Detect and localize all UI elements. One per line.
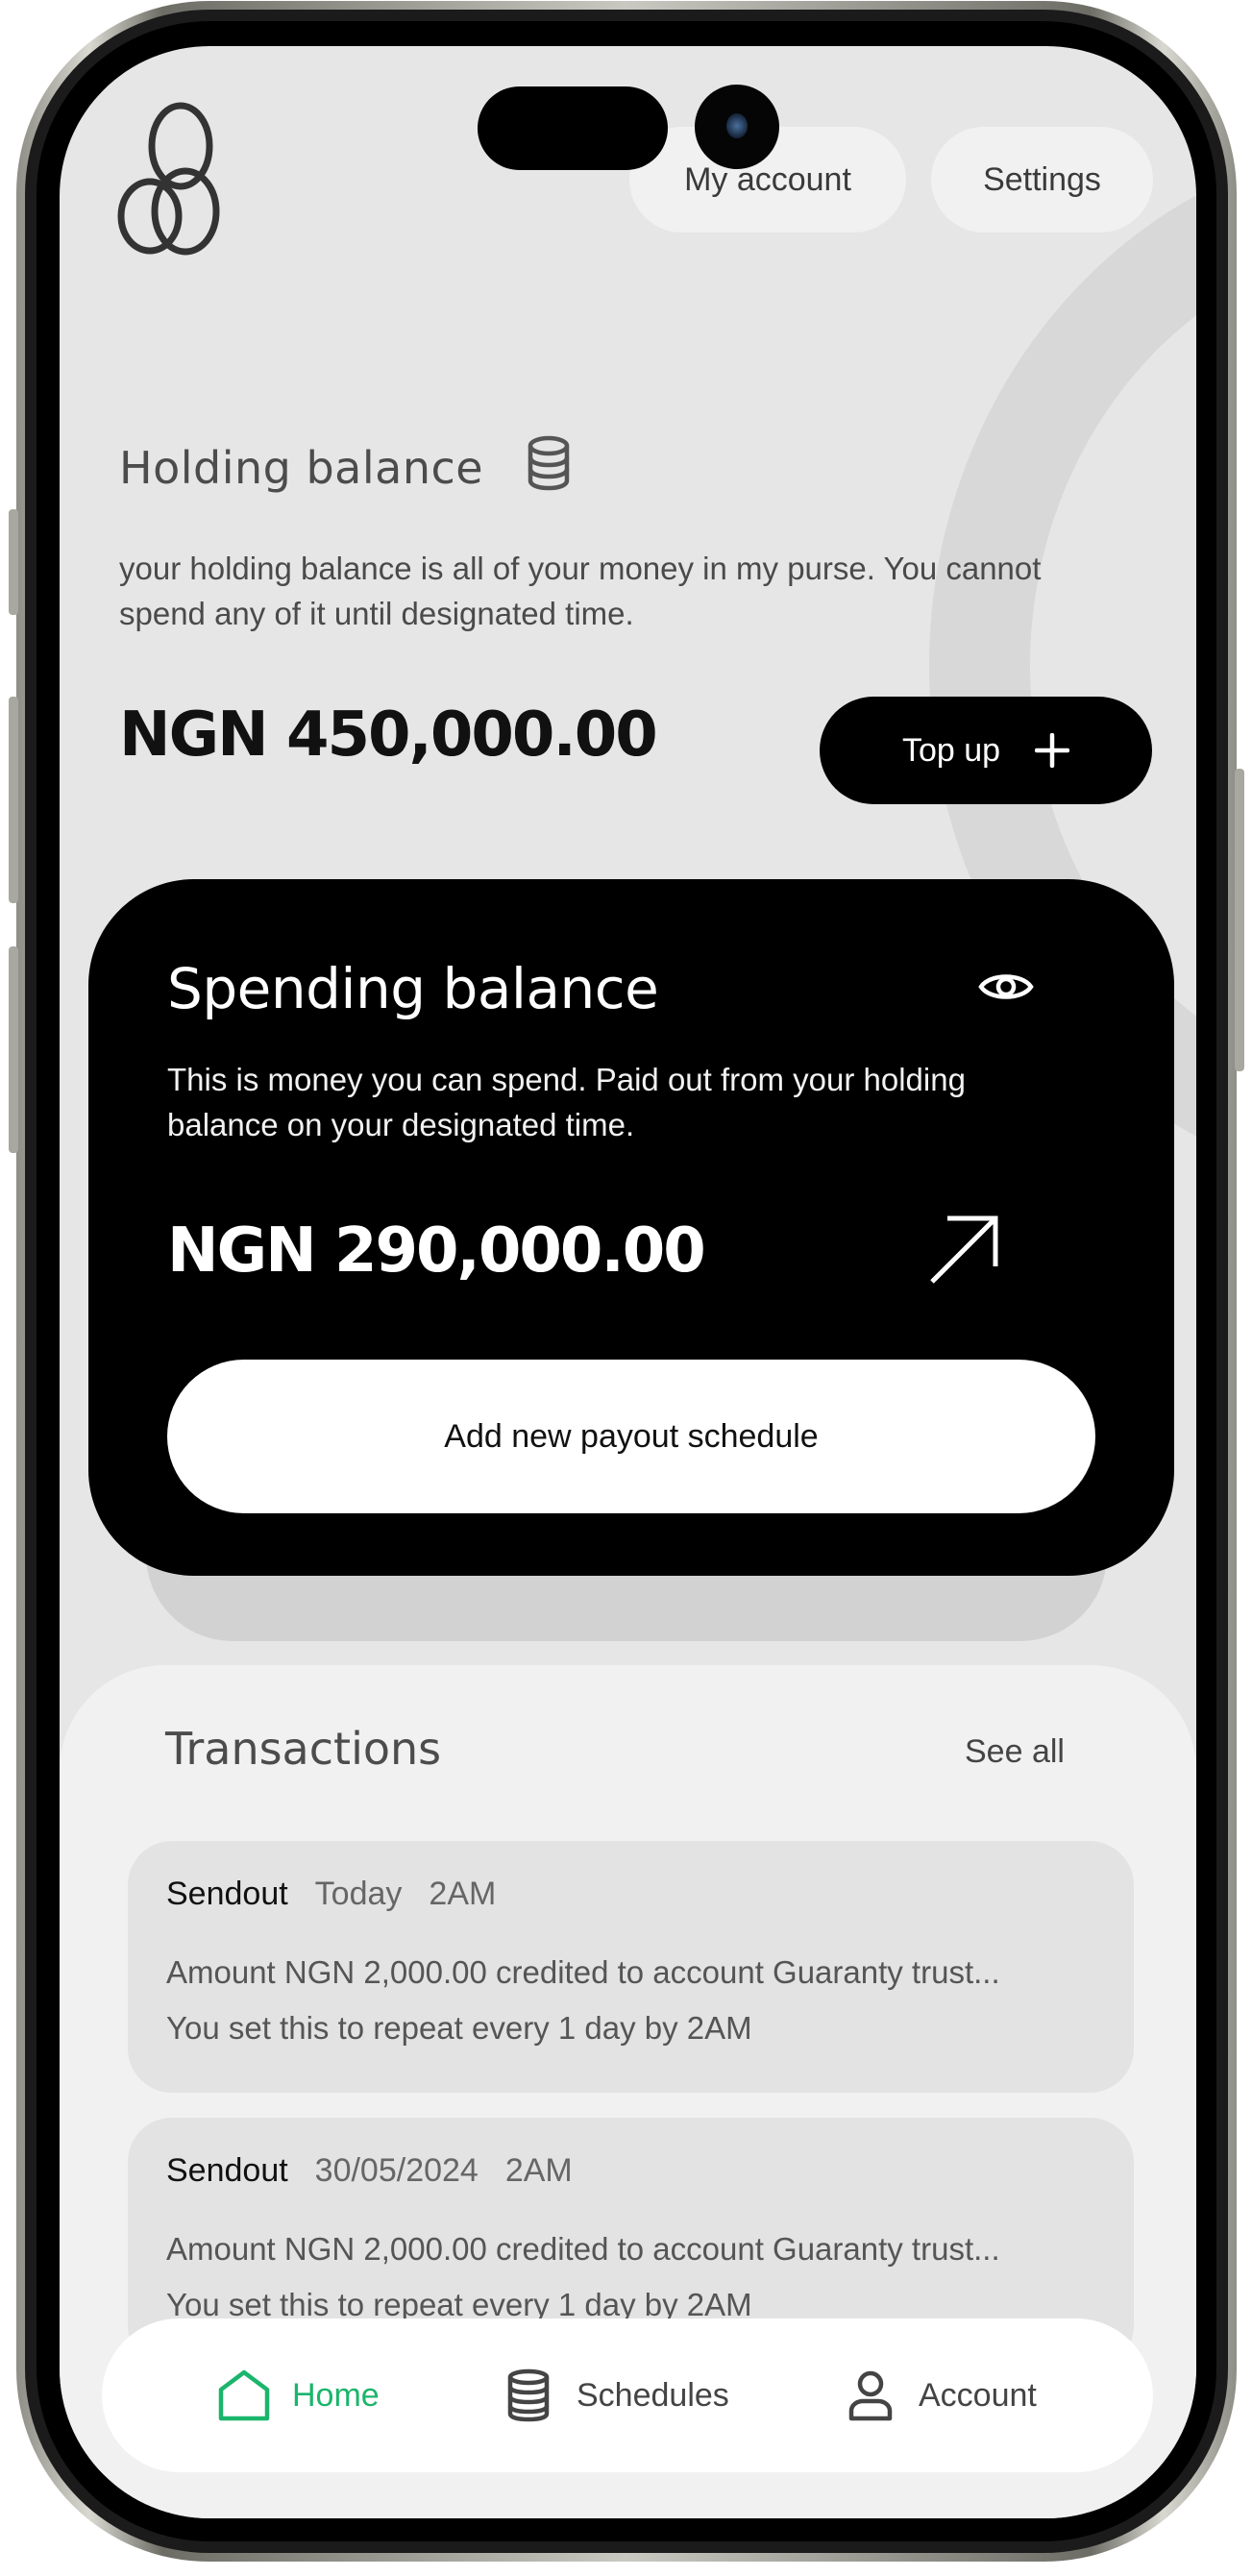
spending-balance-card: Spending balance This is money you can s…: [88, 879, 1174, 1576]
add-payout-schedule-button[interactable]: Add new payout schedule: [167, 1360, 1095, 1513]
eye-icon[interactable]: [978, 968, 1034, 1006]
dynamic-island: [478, 86, 668, 170]
power-button: [1235, 769, 1244, 1071]
spending-balance-amount: NGN 290,000.00: [167, 1215, 706, 1287]
top-up-label: Top up: [901, 731, 1001, 769]
transaction-type: Sendout: [166, 2152, 288, 2189]
settings-button[interactable]: Settings: [931, 127, 1153, 233]
holding-balance-amount: NGN 450,000.00: [119, 699, 658, 771]
spending-balance-title: Spending balance: [167, 956, 659, 1021]
coins-icon: [528, 435, 570, 491]
action-button: [9, 509, 18, 615]
volume-up-button: [9, 697, 18, 903]
nav-item-home[interactable]: Home: [217, 2318, 380, 2472]
user-icon: [848, 2370, 893, 2421]
arrow-up-right-icon[interactable]: [926, 1211, 1003, 1288]
bottom-nav: Home Schedules Account: [102, 2318, 1153, 2472]
coins-icon: [507, 2368, 550, 2422]
nav-item-account[interactable]: Account: [844, 2318, 1037, 2472]
nav-label-schedules: Schedules: [577, 2376, 729, 2414]
transaction-detail: Amount NGN 2,000.00 credited to account …: [166, 1954, 1000, 1990]
holding-balance-title: Holding balance: [119, 442, 484, 494]
transaction-date: Today: [314, 1876, 403, 1912]
front-camera: [695, 85, 779, 169]
transaction-date: 30/05/2024: [314, 2152, 479, 2189]
app-screen: My account Settings Holding balance your…: [60, 46, 1196, 2518]
nav-label-home: Home: [292, 2376, 380, 2414]
volume-down-button: [9, 946, 18, 1153]
logo-icon: [117, 102, 220, 256]
transactions-title: Transactions: [165, 1723, 442, 1775]
spending-balance-description: This is money you can spend. Paid out fr…: [167, 1062, 966, 1142]
see-all-link[interactable]: See all: [965, 1733, 1065, 1771]
nav-item-schedules[interactable]: Schedules: [502, 2318, 729, 2472]
nav-label-account: Account: [919, 2376, 1037, 2414]
transaction-card[interactable]: Sendout Today 2AM Amount NGN 2,000.00 cr…: [128, 1841, 1134, 2093]
transaction-time: 2AM: [429, 1876, 497, 1912]
holding-balance-description: your holding balance is all of your mone…: [119, 551, 1042, 631]
plus-icon: [1035, 733, 1070, 768]
transaction-repeat-info: You set this to repeat every 1 day by 2A…: [166, 2010, 752, 2046]
transaction-time: 2AM: [504, 2152, 573, 2189]
transaction-detail: Amount NGN 2,000.00 credited to account …: [166, 2231, 1000, 2267]
home-icon: [218, 2369, 270, 2421]
transaction-type: Sendout: [166, 1876, 288, 1912]
top-up-button[interactable]: Top up: [820, 697, 1152, 804]
